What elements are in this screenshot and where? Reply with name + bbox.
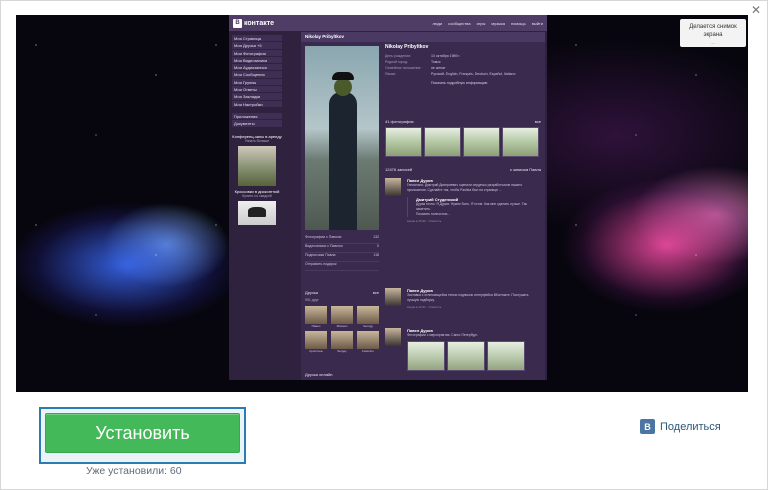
app-screenshot-preview: Делается снимок экрана .... В контакте л…	[16, 15, 748, 392]
vk-info-more: Показать подробную информацию	[431, 81, 488, 85]
vk-wall-post: Павел Дуров Фотографии с мероприятия. Са…	[385, 328, 541, 376]
vk-page-preview: В контакте люди сообщества игры музыка п…	[229, 15, 547, 380]
vk-sidebar-item: Мои Друзья +5	[232, 42, 282, 50]
screenshot-status-label: Делается снимок экрана	[689, 24, 737, 38]
vk-profile-info: Nikolay Pribyltkov День рождения: 10 октя…	[385, 44, 541, 85]
vk-photo-thumb	[463, 127, 500, 157]
vk-wall-post: Павел Дуров Заставка с отличающейся тень…	[385, 288, 541, 309]
vk-ad-image	[238, 145, 276, 186]
vk-sidebar-item: Мои Закладки	[232, 93, 282, 101]
vk-sidebar-item: Документы	[232, 120, 282, 128]
vk-logo-text: контакте	[244, 19, 275, 27]
vk-send-gift: Отправить подарок	[305, 262, 337, 266]
vk-logo-icon: В	[233, 18, 242, 28]
vk-nav-item: выйти	[531, 20, 543, 26]
vk-nav-item: музыка	[491, 20, 505, 26]
vk-wall-header: 12476 записей к записям Павла	[385, 167, 541, 172]
vk-friend: Sergey	[331, 331, 353, 353]
vk-post-avatar	[385, 288, 401, 306]
vk-friend: Михаил	[331, 306, 353, 328]
vk-ad-title: Конференц-залы в аренду	[232, 133, 282, 139]
vk-profile-name: Nikolay Pribyltkov	[385, 44, 429, 50]
vk-friends-grid: Павел Михаил Georgy Кристина Sergey Fede…	[305, 306, 381, 353]
vk-sidebar-item: Мои Настройки	[232, 100, 282, 108]
vk-friend: Кристина	[305, 331, 327, 353]
vk-profile-avatar	[305, 46, 379, 230]
app-install-dialog: ✕ Делается снимок экрана .... В контакте…	[0, 0, 768, 490]
vk-ad-image	[238, 200, 276, 225]
vk-friends-count: 591 друг	[305, 298, 319, 302]
vk-friend: Georgy	[357, 306, 379, 328]
vk-photo-thumb	[502, 127, 539, 157]
vk-sidebar-item: Приложения	[232, 112, 282, 121]
vk-nav-item: сообщества	[448, 20, 471, 26]
vk-icon: В	[640, 419, 655, 434]
vk-logo: В контакте	[233, 18, 275, 28]
vk-nav-item: люди	[432, 20, 443, 26]
vk-header: В контакте люди сообщества игры музыка п…	[229, 15, 547, 31]
vk-photo-thumb	[424, 127, 461, 157]
vk-ad-title: Кроссовки в дисконтной	[234, 188, 280, 194]
vk-profile-area: Nikolay Pribyltkov Фотографии с Павлом 13…	[301, 32, 545, 380]
installed-count: Уже установили: 60	[86, 465, 182, 477]
vk-nav-item: игры	[476, 20, 486, 26]
install-button[interactable]: Установить	[45, 413, 240, 453]
vk-sidebar: Моя Страница Мои Друзья +5 Мои Фотографи…	[232, 35, 282, 228]
close-icon[interactable]: ✕	[751, 3, 761, 17]
screenshot-status-dots: ....	[710, 40, 716, 46]
vk-sidebar-item: Мои Фотографии	[232, 49, 282, 57]
vk-post-avatar	[385, 328, 401, 346]
vk-post-avatar	[385, 178, 401, 196]
vk-wall-post: Павел Дуров Гениально. Дмитрий Дмитриеви…	[385, 178, 541, 223]
vk-sidebar-item: Мои Сообщения	[232, 71, 282, 79]
install-button-highlight: Установить	[39, 407, 246, 464]
vk-friend: Federico	[357, 331, 379, 353]
vk-profile-stats: Фотографии с Павлом 132 Видеозаписи с Пав…	[305, 235, 379, 271]
vk-sidebar-item: Мои Видеозаписи	[232, 56, 282, 65]
vk-page-name: Nikolay Pribyltkov	[301, 32, 545, 42]
vk-ad-subtitle: Узнать больше	[244, 138, 270, 143]
vk-nav-item: помощь	[510, 20, 526, 26]
vk-top-nav: люди сообщества игры музыка помощь выйти	[432, 21, 543, 26]
share-label: Поделиться	[660, 420, 721, 433]
vk-sidebar-item: Мои Аудиозаписи	[232, 64, 282, 72]
vk-photos-strip	[385, 127, 539, 157]
vk-sidebar-item: Мои Группы	[232, 78, 282, 87]
vk-friends-online-header: Друзья онлайн	[305, 372, 333, 377]
vk-ad-subtitle: Купить со скидкой	[242, 193, 272, 198]
vk-photo-thumb	[385, 127, 422, 157]
vk-friends-header: Друзья все	[305, 290, 379, 295]
vk-sidebar-item: Мои Ответы	[232, 86, 282, 94]
screenshot-status-button[interactable]: Делается снимок экрана ....	[680, 19, 746, 47]
vk-friend: Павел	[305, 306, 327, 328]
vk-ad-block: Конференц-залы в аренду Узнать больше Кр…	[232, 134, 282, 225]
vk-photos-header: 41 фотография все	[385, 119, 541, 124]
share-button[interactable]: В Поделиться	[640, 419, 721, 434]
vk-sidebar-item: Моя Страница	[232, 35, 282, 43]
